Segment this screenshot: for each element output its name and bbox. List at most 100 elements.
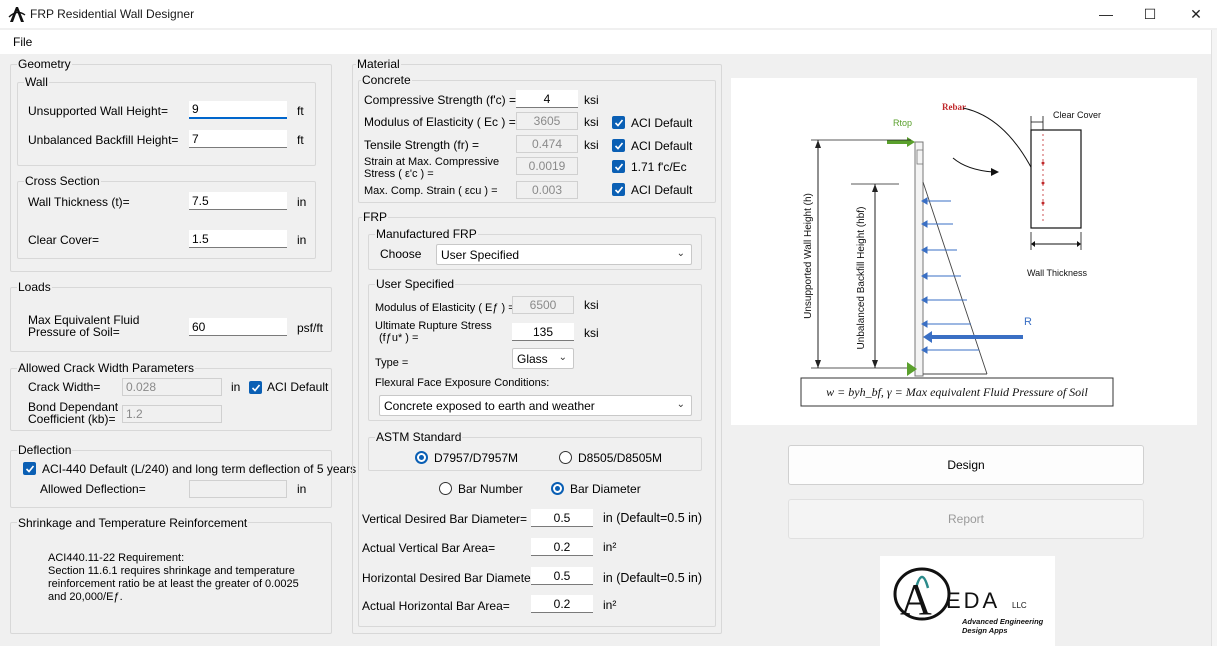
logo-tagline-2: Design Apps	[962, 626, 1008, 635]
cross-section-title: Cross Section	[24, 174, 101, 188]
bar-diameter-label: Bar Diameter	[570, 482, 641, 496]
backfill-arrow-bottom	[872, 360, 878, 368]
close-button[interactable]: ✕	[1173, 0, 1217, 28]
deflection-default-checkbox[interactable]	[23, 462, 36, 475]
logo-letters-eda: EDA	[946, 588, 1000, 613]
allowed-deflection-label: Allowed Deflection=	[40, 482, 146, 496]
rebar-dot	[1041, 181, 1045, 185]
chevron-down-icon: ⌄	[676, 248, 685, 259]
clear-cover-caption: Clear Cover	[1053, 110, 1101, 120]
wall-thickness-label: Wall Thickness (t)=	[28, 195, 130, 209]
strain-input[interactable]	[516, 157, 578, 175]
backfill-height-input[interactable]	[189, 130, 287, 148]
bar-number-label: Bar Number	[458, 482, 523, 496]
aeda-logo: A EDA LLC Advanced Engineering Design Ap…	[880, 556, 1055, 646]
shrinkage-requirement-text: ACI440.11-22 Requirement: Section 11.6.1…	[48, 552, 299, 604]
report-button[interactable]: Report	[788, 499, 1144, 539]
exposure-label: Flexural Face Exposure Conditions:	[375, 377, 550, 389]
wall-section	[914, 141, 924, 377]
compressive-strength-input[interactable]	[516, 90, 578, 108]
resultant-label: R	[1024, 316, 1032, 328]
tensile-strength-input[interactable]	[516, 135, 578, 153]
wall-height-arrow-bottom	[815, 360, 821, 368]
unsupported-height-input[interactable]	[189, 101, 287, 119]
tensile-aci-default-checkbox[interactable]	[612, 139, 625, 152]
pressure-label-2: Pressure of Soil=	[28, 325, 120, 339]
strain-aci-default-label: ACI Default	[631, 183, 693, 197]
menu-file[interactable]: File	[13, 35, 32, 49]
frp-modulus-unit: ksi	[584, 298, 599, 312]
thickness-arrow-right	[1077, 241, 1081, 247]
frp-type-select[interactable]: Glass ⌄	[512, 348, 574, 369]
frp-product-select[interactable]: User Specified ⌄	[436, 244, 692, 265]
concrete-title: Concrete	[361, 73, 412, 87]
astm-d8505-radio[interactable]	[559, 451, 572, 464]
astm-d8505-label: D8505/D8505M	[578, 451, 663, 465]
compressive-strength-label: Compressive Strength (f'c) =	[364, 93, 517, 107]
shrinkage-line-3: reinforcement ratio be at least the grea…	[48, 578, 299, 590]
vertical-area-input[interactable]	[531, 538, 593, 556]
soil-pressure-line	[922, 181, 988, 375]
checkmark-icon	[614, 141, 623, 150]
deflection-title: Deflection	[17, 443, 73, 457]
strain-default-label: 1.71 f'c/Ec	[631, 160, 687, 174]
clear-cover-unit: in	[297, 233, 307, 247]
frp-title: FRP	[362, 210, 388, 224]
maximize-button[interactable]: ☐	[1127, 0, 1173, 28]
wall-thickness-caption: Wall Thickness	[1027, 268, 1088, 278]
soil-pressure-input[interactable]	[189, 318, 287, 336]
rupture-stress-unit: ksi	[584, 326, 599, 340]
bond-label-2: Coefficient (kb)=	[28, 412, 116, 426]
horizontal-diameter-input[interactable]	[531, 567, 593, 585]
design-button[interactable]: Design	[788, 445, 1144, 485]
exposure-select[interactable]: Concrete exposed to earth and weather ⌄	[379, 395, 692, 416]
crack-width-unit: in	[231, 380, 241, 394]
crack-width-label: Crack Width=	[28, 380, 101, 394]
wall-thickness-input[interactable]	[189, 192, 287, 210]
concrete-modulus-input[interactable]	[516, 112, 578, 130]
rupture-stress-input[interactable]	[512, 323, 574, 341]
modulus-aci-default-label: ACI Default	[631, 116, 693, 130]
vertical-diameter-input[interactable]	[531, 509, 593, 527]
allowed-deflection-input[interactable]	[189, 480, 287, 498]
pressure-arrows	[921, 197, 979, 354]
astm-title: ASTM Standard	[375, 430, 463, 444]
menu-bar: File	[0, 30, 1217, 54]
concrete-modulus-unit: ksi	[584, 115, 599, 129]
crack-width-input[interactable]	[122, 378, 222, 396]
backfill-height-label: Unbalanced Backfill Height=	[28, 133, 179, 147]
bar-number-radio[interactable]	[439, 482, 452, 495]
material-title: Material	[356, 57, 401, 71]
compressive-strength-unit: ksi	[584, 93, 599, 107]
concrete-modulus-label: Modulus of Elasticity ( Ec ) =	[364, 115, 516, 129]
horizontal-area-input[interactable]	[531, 595, 593, 613]
wall-diagram-figure: R Rtop Unsupported Wall Height (h) Unbal…	[800, 102, 1114, 407]
checkmark-icon	[25, 464, 34, 473]
bar-diameter-radio[interactable]	[551, 482, 564, 495]
checkmark-icon	[251, 383, 260, 392]
strain-label-2: Stress ( ε'c ) =	[364, 168, 434, 180]
strain-aci-default-checkbox[interactable]	[612, 183, 625, 196]
modulus-aci-default-checkbox[interactable]	[612, 116, 625, 129]
horizontal-diameter-unit: in (Default=0.5 in)	[603, 571, 703, 585]
vertical-area-unit: in²	[603, 540, 617, 554]
max-comp-strain-input[interactable]	[516, 181, 578, 199]
scrollbar[interactable]	[1211, 30, 1217, 646]
frp-product-value: User Specified	[441, 248, 520, 262]
logo-llc: LLC	[1012, 601, 1027, 610]
minimize-button[interactable]: —	[1083, 0, 1129, 28]
checkmark-icon	[614, 185, 623, 194]
bond-coefficient-input[interactable]	[122, 405, 222, 423]
strain-default-checkbox[interactable]	[612, 160, 625, 173]
crack-aci-default-checkbox[interactable]	[249, 381, 262, 394]
geometry-title: Geometry	[17, 57, 72, 71]
astm-d7957-radio[interactable]	[415, 451, 428, 464]
clear-cover-input[interactable]	[189, 230, 287, 248]
section-detail	[1030, 129, 1082, 229]
window-title: FRP Residential Wall Designer	[30, 7, 195, 21]
shrinkage-line-1: ACI440.11-22 Requirement:	[48, 552, 185, 564]
frp-modulus-input[interactable]	[512, 296, 574, 314]
rtop-label: Rtop	[893, 118, 912, 128]
close-icon: ✕	[1190, 5, 1202, 22]
exposure-value: Concrete exposed to earth and weather	[384, 399, 595, 413]
